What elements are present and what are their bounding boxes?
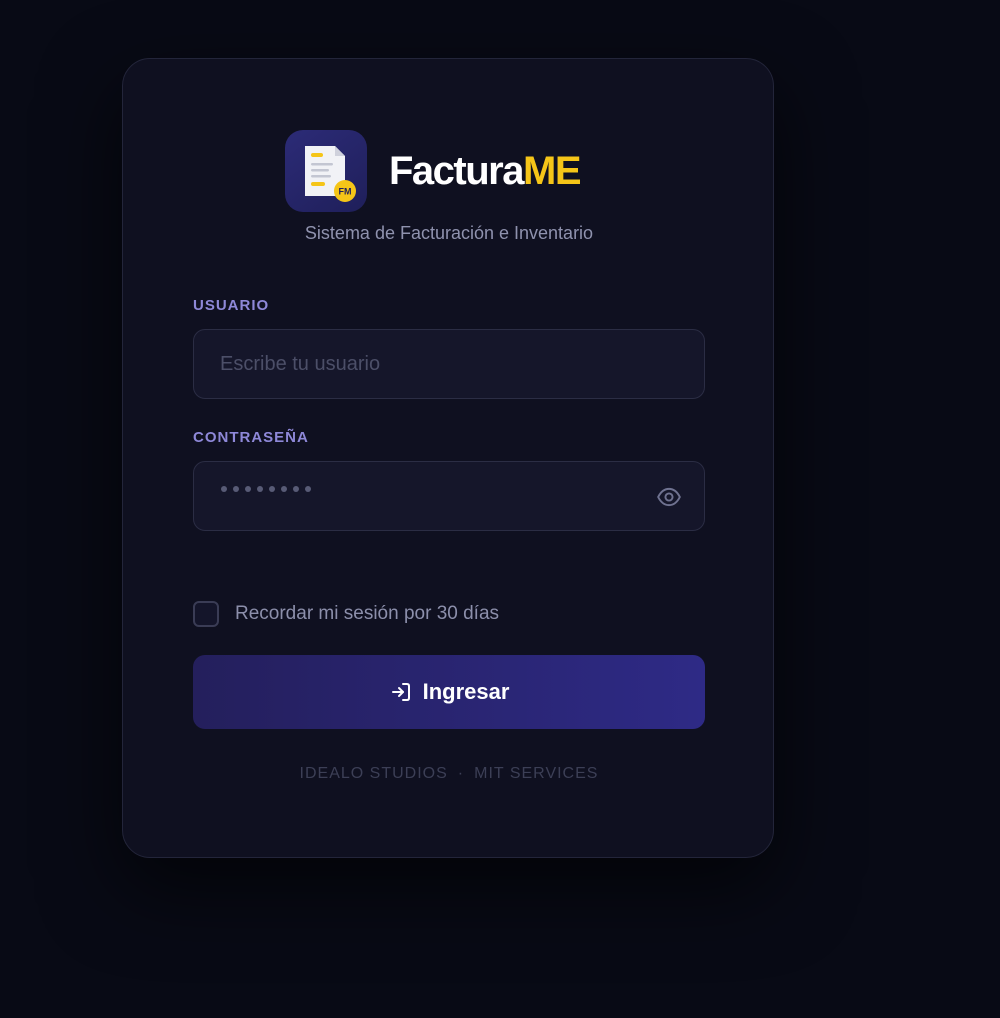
- password-dot: [293, 486, 299, 492]
- footer-services: MIT SERVICES: [474, 765, 599, 782]
- logo-badge-text: FM: [339, 187, 352, 197]
- password-dot: [257, 486, 263, 492]
- password-field[interactable]: [193, 461, 705, 531]
- password-dot: [281, 486, 287, 492]
- password-dot: [305, 486, 311, 492]
- username-input[interactable]: [194, 330, 704, 398]
- password-dot: [221, 486, 227, 492]
- password-masked-value: [221, 486, 311, 492]
- login-card: FM FacturaME Sistema de Facturación e In…: [122, 58, 774, 858]
- brand-header: FM FacturaME: [285, 129, 582, 213]
- login-page: FM FacturaME Sistema de Facturación e In…: [0, 0, 1000, 1018]
- remember-checkbox[interactable]: [193, 601, 219, 627]
- username-label: USUARIO: [193, 297, 270, 314]
- brand-name-main: Factura: [389, 149, 525, 193]
- app-subtitle: Sistema de Facturación e Inventario: [304, 223, 594, 243]
- password-dot: [233, 486, 239, 492]
- footer-credits: IDEALO STUDIOS · MIT SERVICES: [123, 765, 775, 783]
- login-button-label: Ingresar: [422, 679, 510, 704]
- remember-session[interactable]: Recordar mi sesión por 30 días: [193, 601, 499, 627]
- invoice-document-icon: FM: [285, 130, 367, 212]
- login-arrow-icon: [391, 683, 410, 701]
- brand-name-accent: ME: [523, 149, 582, 193]
- footer-studio: IDEALO STUDIOS: [299, 765, 448, 782]
- brand-name: FacturaME: [389, 149, 582, 193]
- password-dot: [245, 486, 251, 492]
- eye-icon[interactable]: [656, 484, 682, 510]
- password-dot: [269, 486, 275, 492]
- password-label: CONTRASEÑA: [193, 429, 309, 446]
- remember-label[interactable]: Recordar mi sesión por 30 días: [235, 603, 499, 625]
- username-field[interactable]: [193, 329, 705, 399]
- footer-separator: ·: [457, 765, 465, 782]
- login-button[interactable]: Ingresar: [193, 655, 705, 729]
